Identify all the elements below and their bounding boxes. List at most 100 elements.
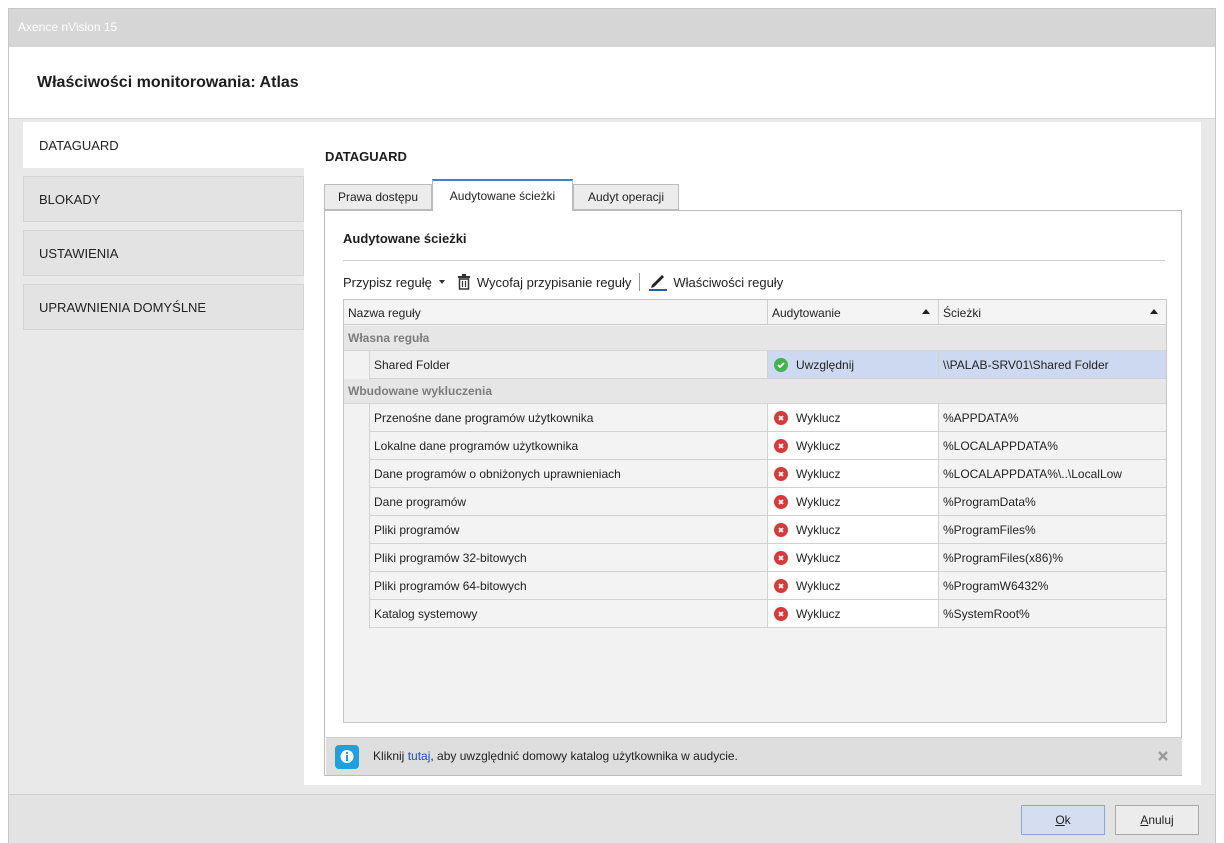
rule-name-cell: Lokalne dane programów użytkownika (369, 432, 767, 460)
ok-mnemonic: O (1055, 813, 1065, 827)
table-row[interactable]: Pliki programów Wyklucz %ProgramFiles% (344, 516, 1166, 544)
auditing-status: Wyklucz (796, 410, 841, 425)
x-circle-icon (774, 438, 788, 453)
rule-name-cell: Dane programów (369, 488, 767, 516)
auditing-status: Wyklucz (796, 578, 841, 593)
dialog-footer: Ok Anuluj (9, 794, 1215, 843)
x-circle-icon (774, 494, 788, 509)
row-gutter (344, 432, 369, 460)
caret-down-icon (438, 280, 445, 284)
rules-grid: Nazwa reguły Audytowanie Ścieżki Własna … (343, 299, 1167, 723)
trash-icon (457, 274, 470, 290)
row-gutter (344, 516, 369, 544)
panel-title: Audytowane ścieżki (343, 231, 467, 246)
sort-ascending-icon (922, 309, 930, 314)
x-circle-icon (774, 606, 788, 621)
auditing-status: Wyklucz (796, 522, 841, 537)
info-text-prefix: Kliknij (373, 749, 408, 763)
path-cell: \\PALAB-SRV01\Shared Folder (938, 351, 1166, 379)
auditing-cell: Wyklucz (767, 488, 938, 516)
tab-panel: Audytowane ścieżki Przypisz regułę Wycof (324, 210, 1182, 776)
group-label: Wbudowane wykluczenia (348, 384, 493, 398)
table-row[interactable]: Dane programów Wyklucz %ProgramData% (344, 488, 1166, 516)
auditing-status: Uwzględnij (796, 357, 855, 372)
pencil-icon (649, 275, 668, 291)
ok-button[interactable]: Ok (1021, 805, 1105, 835)
panel-divider (343, 260, 1165, 261)
table-row[interactable]: Pliki programów 32-bitowych Wyklucz %Pro… (344, 544, 1166, 572)
sidebar-item-label: BLOKADY (39, 191, 101, 207)
path-cell: %ProgramFiles% (938, 516, 1166, 544)
assign-rule-label: Przypisz regułę (343, 274, 432, 290)
auditing-cell: Wyklucz (767, 572, 938, 600)
sidebar-item-dataguard[interactable]: DATAGUARD (23, 122, 304, 168)
check-circle-icon (774, 357, 788, 372)
dialog-window: Axence nVision 15 Właściwości monitorowa… (8, 8, 1216, 843)
group-label: Własna reguła (348, 331, 430, 345)
section-title: DATAGUARD (325, 149, 407, 164)
auditing-status: Wyklucz (796, 466, 841, 481)
path-cell: %ProgramData% (938, 488, 1166, 516)
info-link[interactable]: tutaj (408, 749, 431, 763)
table-row[interactable]: Lokalne dane programów użytkownika Wyklu… (344, 432, 1166, 460)
path-cell: %SystemRoot% (938, 600, 1166, 628)
toolbar-separator (639, 273, 641, 291)
table-row[interactable]: Przenośne dane programów użytkownika Wyk… (344, 404, 1166, 432)
dialog-title: Właściwości monitorowania: Atlas (37, 74, 299, 91)
x-circle-icon (774, 550, 788, 565)
assign-rule-dropdown[interactable]: Przypisz regułę (343, 271, 447, 293)
sidebar-item-label: DATAGUARD (39, 137, 119, 153)
sidebar-item-uprawnienia-domyslne[interactable]: UPRAWNIENIA DOMYŚLNE (23, 284, 304, 330)
column-header-auditing[interactable]: Audytowanie (767, 300, 938, 325)
tab-audyt-operacji[interactable]: Audyt operacji (573, 184, 679, 210)
tab-label: Prawa dostępu (337, 190, 419, 204)
tab-audytowane-sciezki[interactable]: Audytowane ścieżki (432, 179, 573, 211)
main-content: DATAGUARD Prawa dostępu Audytowane ścież… (304, 122, 1201, 785)
sort-ascending-icon (1150, 309, 1158, 314)
row-gutter (344, 460, 369, 488)
auditing-status: Wyklucz (796, 550, 841, 565)
toolbar: Przypisz regułę Wycofaj przypisanie regu… (343, 271, 783, 293)
table-row[interactable]: Katalog systemowy Wyklucz %SystemRoot% (344, 600, 1166, 628)
table-row[interactable]: Pliki programów 64-bitowych Wyklucz %Pro… (344, 572, 1166, 600)
title-bar: Axence nVision 15 (9, 9, 1215, 47)
sidebar-item-label: USTAWIENIA (39, 245, 119, 261)
rule-properties-button[interactable]: Właściwości reguły (648, 271, 783, 293)
column-header-paths[interactable]: Ścieżki (938, 300, 1166, 325)
column-header-name[interactable]: Nazwa reguły (344, 300, 767, 325)
revoke-rule-button[interactable]: Wycofaj przypisanie reguły (457, 271, 632, 293)
cancel-button[interactable]: Anuluj (1115, 805, 1199, 835)
row-gutter (344, 351, 369, 379)
path-cell: %LOCALAPPDATA%\..\LocalLow (938, 460, 1166, 488)
rule-name-cell: Pliki programów 64-bitowych (369, 572, 767, 600)
path-cell: %APPDATA% (938, 404, 1166, 432)
sidebar-item-ustawienia[interactable]: USTAWIENIA (23, 230, 304, 276)
auditing-cell: Wyklucz (767, 432, 938, 460)
group-row[interactable]: Własna reguła (344, 326, 1166, 351)
row-gutter (344, 572, 369, 600)
rule-properties-label: Właściwości reguły (673, 274, 784, 290)
sidebar-item-blokady[interactable]: BLOKADY (23, 176, 304, 222)
close-icon[interactable] (1156, 749, 1170, 763)
path-cell: %ProgramW6432% (938, 572, 1166, 600)
table-row[interactable]: Shared Folder Uwzględnij \\PALAB-SRV01\S… (344, 351, 1166, 379)
group-row[interactable]: Wbudowane wykluczenia (344, 379, 1166, 404)
auditing-cell: Wyklucz (767, 544, 938, 572)
grid-header: Nazwa reguły Audytowanie Ścieżki (344, 300, 1166, 325)
info-bar: Kliknij tutaj, aby uwzględnić domowy kat… (326, 737, 1182, 775)
rule-name-cell: Przenośne dane programów użytkownika (369, 404, 767, 432)
dialog-header: Właściwości monitorowania: Atlas (9, 47, 1215, 119)
revoke-rule-label: Wycofaj przypisanie reguły (476, 274, 632, 290)
path-cell: %LOCALAPPDATA% (938, 432, 1166, 460)
row-gutter (344, 600, 369, 628)
tab-prawa-dostepu[interactable]: Prawa dostępu (324, 184, 432, 210)
row-gutter (344, 488, 369, 516)
path-cell: %ProgramFiles(x86)% (938, 544, 1166, 572)
info-icon (335, 745, 359, 769)
cancel-label-rest: nuluj (1148, 813, 1174, 827)
x-circle-icon (774, 466, 788, 481)
row-gutter (344, 544, 369, 572)
table-row[interactable]: Dane programów o obniżonych uprawnieniac… (344, 460, 1166, 488)
auditing-status: Wyklucz (796, 606, 841, 621)
auditing-status: Wyklucz (796, 438, 841, 453)
